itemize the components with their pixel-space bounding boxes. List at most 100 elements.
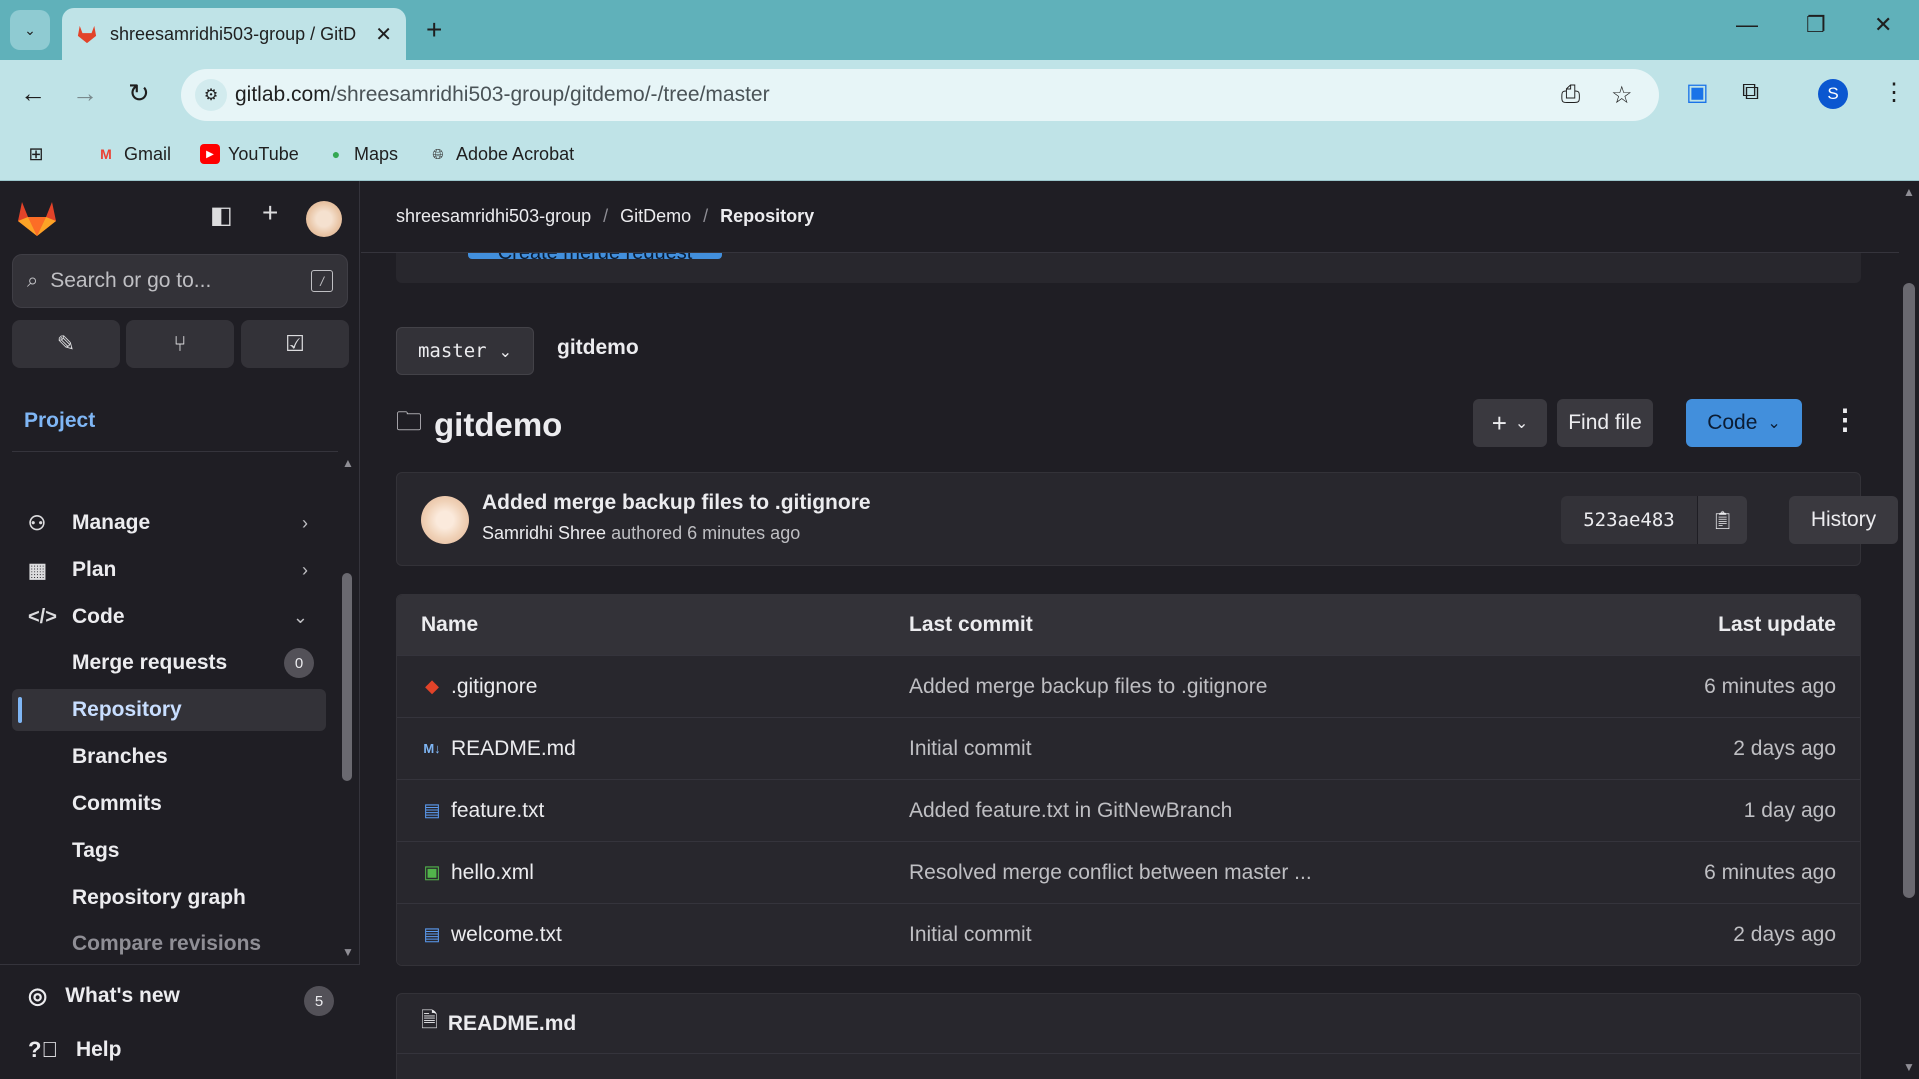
help-button[interactable]: ?⃝ Help [28,1037,121,1063]
breadcrumb-group[interactable]: shreesamridhi503-group [396,206,591,227]
merge-requests-count-badge: 0 [284,648,314,678]
assigned-issues-button[interactable]: ✎ [12,320,120,368]
file-name[interactable]: hello.xml [451,861,534,885]
branch-selector[interactable]: master ⌄ [396,327,534,375]
search-icon: ⌕ [27,269,39,292]
extensions-icon[interactable]: ⧉ [1742,78,1759,106]
site-info-icon[interactable]: ⚙ [195,79,227,111]
table-row[interactable]: M↓ README.md Initial commit 2 days ago [397,717,1860,779]
youtube-icon: ▶ [200,144,220,164]
merge-requests-shortcut-button[interactable]: ⑂ [126,320,234,368]
sidebar-item-merge-requests[interactable]: Merge requests 0 [12,642,326,684]
table-row[interactable]: ◆ .gitignore Added merge backup files to … [397,655,1860,717]
back-icon[interactable]: ← [20,78,46,109]
history-button[interactable]: History [1789,496,1898,544]
commit-author-avatar[interactable] [421,496,469,544]
commit-sha-group: 523ae483 📋︎ [1561,496,1747,544]
readme-title[interactable]: README.md [448,1012,576,1036]
profile-avatar[interactable]: S [1818,79,1848,109]
restore-icon[interactable]: ❐ [1806,12,1826,38]
search-input[interactable]: ⌕ Search or go to... / [12,254,348,308]
whats-new-label: What's new [65,984,180,1007]
create-new-icon[interactable]: + [262,197,278,229]
document-icon: 🗎︎ [421,1009,438,1032]
bookmark-gmail[interactable]: M Gmail [96,139,171,169]
more-actions-icon[interactable]: ⋮ [1831,403,1859,436]
commit-sha[interactable]: 523ae483 [1561,496,1697,544]
todo-list-button[interactable]: ☑ [241,320,349,368]
file-name[interactable]: .gitignore [451,675,537,699]
browser-tab[interactable]: shreesamridhi503-group / GitD ✕ [62,8,406,60]
sidebar-item-repository-graph[interactable]: Repository graph [12,877,326,919]
chevron-down-icon: ⌄ [1514,415,1529,432]
file-name[interactable]: feature.txt [451,799,544,823]
repo-path[interactable]: gitdemo [557,336,639,360]
menu-kebab-icon[interactable]: ⋮ [1882,78,1906,107]
sidebar-item-repository[interactable]: Repository [12,689,326,731]
file-last-update: 2 days ago [1733,922,1836,946]
commit-author[interactable]: Samridhi Shree [482,523,606,543]
find-file-button[interactable]: Find file [1557,399,1653,447]
users-icon: ⚇ [28,512,46,535]
file-last-update: 6 minutes ago [1704,860,1836,884]
file-name[interactable]: welcome.txt [451,923,562,947]
whats-new-button[interactable]: ◎ What's new [28,983,180,1009]
tab-search-button[interactable]: ⌄ [10,10,50,50]
toggle-sidebar-icon[interactable]: ◧ [210,201,233,230]
gitlab-logo-icon[interactable] [16,199,58,237]
bookmarks-bar: ⊞ M Gmail ▶ YouTube ● Maps 🌐︎ Adobe Acrobat [0,130,1919,181]
breadcrumb-current[interactable]: Repository [720,206,814,227]
apps-grid-icon[interactable]: ⊞ [26,139,46,169]
close-window-icon[interactable]: ✕ [1874,12,1892,38]
browser-chrome: ⌄ shreesamridhi503-group / GitD ✕ + — ❐ … [0,0,1919,181]
new-tab-icon[interactable]: + [426,14,442,46]
sidebar-item-tags[interactable]: Tags [12,830,326,872]
file-last-commit[interactable]: Initial commit [909,923,1576,947]
breadcrumb-project[interactable]: GitDemo [620,206,691,227]
file-last-commit[interactable]: Initial commit [909,737,1576,761]
table-row[interactable]: ▣ hello.xml Resolved merge conflict betwe… [397,841,1860,903]
sidebar-item-commits[interactable]: Commits [12,783,326,825]
table-row[interactable]: ▤ feature.txt Added feature.txt in GitNew… [397,779,1860,841]
bookmark-maps[interactable]: ● Maps [326,139,398,169]
table-row[interactable]: ▤ welcome.txt Initial commit 2 days ago [397,903,1860,965]
add-file-dropdown[interactable]: + ⌄ [1473,399,1547,447]
scroll-down-arrow-icon[interactable]: ▼ [342,945,354,959]
commit-message[interactable]: Added merge backup files to .gitignore [482,491,871,515]
copy-sha-button[interactable]: 📋︎ [1697,496,1747,544]
gmail-icon: M [100,146,112,162]
column-header-last-update: Last update [1718,613,1836,636]
forward-icon[interactable]: → [72,78,98,109]
file-last-commit[interactable]: Resolved merge conflict between master .… [909,861,1576,885]
address-bar[interactable]: ⚙ gitlab.com/shreesamridhi503-group/gitd… [181,69,1659,121]
scroll-up-arrow-icon[interactable]: ▲ [342,456,354,470]
tab-close-icon[interactable]: ✕ [375,22,392,47]
file-last-commit[interactable]: Added feature.txt in GitNewBranch [909,799,1576,823]
minimize-icon[interactable]: — [1736,12,1758,38]
commit-meta: Samridhi Shree authored 6 minutes ago [482,523,800,544]
bookmark-gmail-label: Gmail [124,143,172,164]
file-last-update: 2 days ago [1733,736,1836,760]
bookmark-adobe-acrobat[interactable]: 🌐︎ Adobe Acrobat [428,139,574,169]
bookmark-star-icon[interactable]: ☆ [1611,81,1633,110]
sidebar-item-branches[interactable]: Branches [12,736,326,778]
chevron-down-icon: ⌄ [1767,415,1781,432]
page-scroll-up-icon[interactable]: ▲ [1903,185,1915,199]
sidebar-item-plan[interactable]: ▦ Plan › [12,549,326,591]
install-app-icon[interactable]: ⎙ [1561,81,1580,109]
url-text[interactable]: gitlab.com/shreesamridhi503-group/gitdem… [235,83,770,107]
user-avatar[interactable] [306,201,342,237]
extension-doc-icon[interactable]: ▣ [1686,78,1709,107]
page-scroll-down-icon[interactable]: ▼ [1903,1060,1915,1074]
reload-icon[interactable]: ↻ [128,78,150,109]
file-last-commit[interactable]: Added merge backup files to .gitignore [909,675,1576,699]
chevron-right-icon: › [302,512,308,533]
sidebar-item-code[interactable]: </> Code ⌄ [12,596,326,638]
code-dropdown-button[interactable]: Code ⌄ [1686,399,1802,447]
sidebar-scrollbar[interactable] [342,573,352,781]
sidebar-item-compare-revisions[interactable]: Compare revisions [12,923,326,965]
file-name[interactable]: README.md [451,737,576,761]
page-scrollbar-thumb[interactable] [1903,283,1915,898]
sidebar-item-manage[interactable]: ⚇ Manage › [12,502,326,544]
bookmark-youtube[interactable]: ▶ YouTube [200,139,299,169]
